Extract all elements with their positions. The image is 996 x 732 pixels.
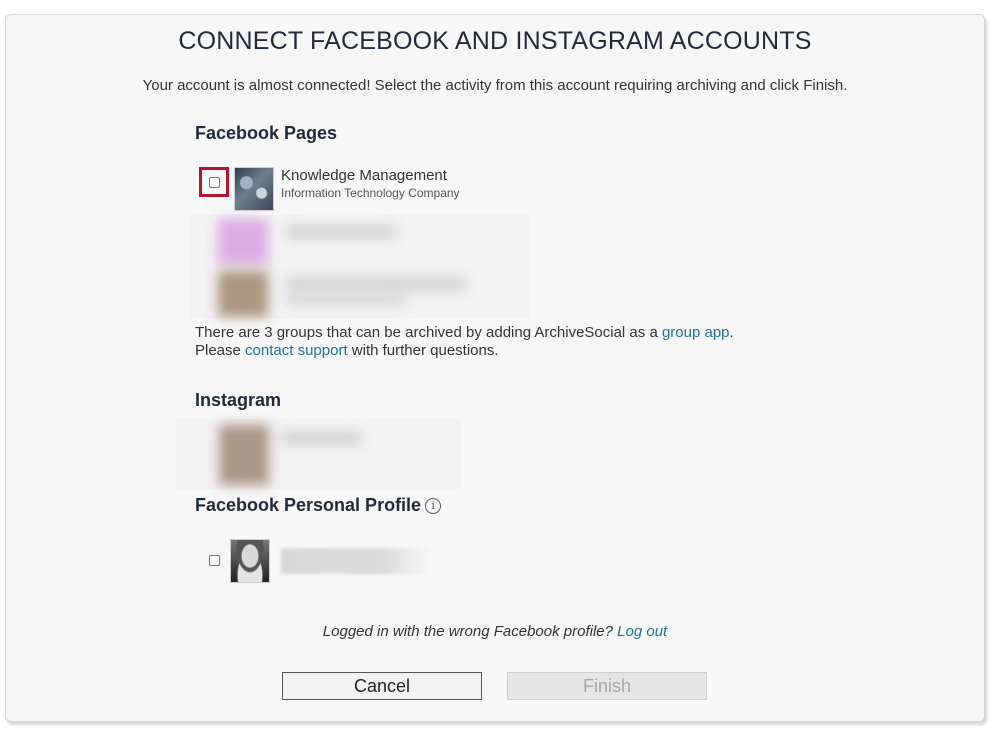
cancel-button[interactable]: Cancel [282, 672, 482, 700]
redacted-page-name [286, 277, 466, 291]
checkbox-box[interactable] [208, 554, 220, 566]
page-name: Knowledge Management [281, 167, 447, 184]
contact-note-suffix: with further questions. [347, 342, 499, 359]
redacted-page-name [286, 225, 396, 239]
page-checkbox-knowledge-management[interactable] [199, 167, 229, 197]
page-category: Information Technology Company [281, 186, 460, 200]
personal-profile-heading: Facebook Personal Profile i [195, 495, 442, 516]
groups-note: There are 3 groups that can be archived … [195, 324, 734, 360]
finish-button[interactable]: Finish [507, 672, 707, 700]
logout-link[interactable]: Log out [617, 623, 667, 640]
groups-note-text: There are 3 groups that can be archived … [195, 324, 662, 341]
info-circle-icon[interactable]: i [425, 498, 442, 514]
profile-avatar [230, 539, 270, 583]
wrong-profile-text: Logged in with the wrong Facebook profil… [322, 623, 618, 640]
personal-profile-checkbox[interactable] [199, 545, 229, 575]
dialog-subtitle: Your account is almost connected! Select… [142, 77, 848, 94]
page-avatar [234, 167, 274, 211]
redacted-page-avatar [218, 271, 268, 317]
checkbox-box[interactable] [208, 176, 220, 188]
contact-note-text: Please [195, 342, 246, 359]
contact-support-link[interactable]: contact support [245, 342, 348, 359]
redacted-profile-name [281, 548, 431, 574]
redacted-page-avatar [218, 219, 268, 265]
personal-profile-heading-text: Facebook Personal Profile [195, 495, 422, 515]
redacted-instagram-name [281, 431, 361, 445]
groups-note-period: . [729, 324, 734, 341]
facebook-page-item: Knowledge Management Information Technol… [199, 167, 499, 213]
wrong-profile-note: Logged in with the wrong Facebook profil… [6, 623, 984, 640]
redacted-page-category [286, 295, 406, 305]
instagram-heading: Instagram [195, 390, 282, 410]
redacted-instagram-avatar [219, 425, 269, 485]
group-app-link[interactable]: group app [662, 324, 730, 341]
connect-accounts-dialog: CONNECT FACEBOOK AND INSTAGRAM ACCOUNTS … [5, 14, 985, 722]
dialog-title: CONNECT FACEBOOK AND INSTAGRAM ACCOUNTS [178, 27, 812, 55]
facebook-pages-heading: Facebook Pages [195, 123, 338, 143]
